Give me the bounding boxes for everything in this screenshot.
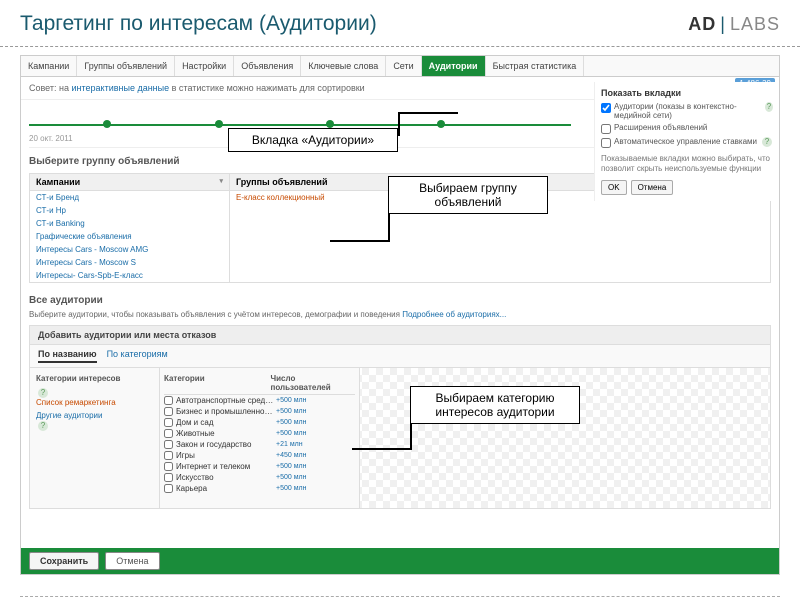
timeline-date: 20 окт. 2011 (29, 134, 73, 143)
callout-select-category: Выбираем категорию интересов аудитории (410, 386, 580, 424)
help-icon[interactable]: ? (38, 388, 48, 398)
footer-divider (20, 596, 780, 597)
timeline-point[interactable] (437, 120, 445, 128)
aud-tab-byname[interactable]: По названию (38, 349, 97, 363)
campaign-item[interactable]: СТ-и Banking (30, 217, 229, 230)
timeline-point[interactable] (326, 120, 334, 128)
category-row[interactable]: Бизнес и промышленность+500 млн (164, 406, 355, 417)
timeline-point[interactable] (103, 120, 111, 128)
show-tabs-panel: Показать вкладки Аудитории (показы в кон… (594, 82, 779, 201)
interest-categories-title: Категории интересов (36, 374, 153, 383)
tip-link[interactable]: интерактивные данные (72, 83, 170, 93)
aud-sub-text: Выберите аудитории, чтобы показывать объ… (29, 310, 400, 319)
chk-autobid-label: Автоматическое управление ставками (614, 137, 757, 146)
campaign-item[interactable]: Графические объявления (30, 230, 229, 243)
campaign-item[interactable]: Интересы Cars - Moscow S (30, 256, 229, 269)
all-audiences-sub: Выберите аудитории, чтобы показывать объ… (29, 310, 771, 319)
campaign-item[interactable]: СТ-и Бренд (30, 191, 229, 204)
cat-checkbox[interactable] (164, 473, 173, 482)
logo: AD | LABS (688, 14, 780, 35)
tab-quick-stats[interactable]: Быстрая статистика (486, 56, 585, 76)
callout-pointer (398, 112, 458, 114)
campaigns-header: Кампании▾ (30, 174, 229, 191)
category-row[interactable]: Игры+450 млн (164, 450, 355, 461)
tab-ad-groups[interactable]: Группы объявлений (77, 56, 175, 76)
callout-tab-audiences: Вкладка «Аудитории» (228, 128, 398, 152)
category-row[interactable]: Животные+500 млн (164, 428, 355, 439)
save-button[interactable]: Сохранить (29, 552, 99, 570)
campaign-item[interactable]: СТ-и Нр (30, 204, 229, 217)
chk-extensions-input[interactable] (601, 124, 611, 134)
bottom-action-bar: Сохранить Отмена (21, 548, 779, 574)
help-icon[interactable]: ? (762, 137, 772, 147)
cat-checkbox[interactable] (164, 418, 173, 427)
category-row[interactable]: Интернет и телеком+500 млн (164, 461, 355, 472)
chk-audiences-label: Аудитории (показы в контекстно-медийной … (614, 102, 760, 120)
chk-autobid-input[interactable] (601, 138, 611, 148)
add-audiences-header: Добавить аудитории или места отказов (30, 326, 770, 345)
tip-text-post: в статистике можно нажимать для сортиров… (172, 83, 365, 93)
cat-checkbox[interactable] (164, 407, 173, 416)
logo-divider: | (720, 14, 726, 35)
callout-pointer (388, 210, 390, 240)
category-list-header: КатегорииЧисло пользователей (164, 372, 355, 395)
campaign-item[interactable]: Интересы Cars - Moscow AMG (30, 243, 229, 256)
chk-audiences[interactable]: Аудитории (показы в контекстно-медийной … (601, 102, 773, 120)
cat-checkbox[interactable] (164, 396, 173, 405)
tab-campaigns[interactable]: Кампании (21, 56, 77, 76)
tab-keywords[interactable]: Ключевые слова (301, 56, 386, 76)
chevron-down-icon[interactable]: ▾ (219, 177, 223, 187)
logo-labs: LABS (730, 14, 780, 35)
category-sidebar: Категории интересов ? Список ремаркетинг… (30, 368, 160, 508)
ok-button[interactable]: OK (601, 180, 627, 195)
chk-extensions-label: Расширения объявлений (614, 123, 707, 132)
app-tabs: Кампании Группы объявлений Настройки Объ… (21, 56, 779, 77)
panel-note: Показываемые вкладки можно выбирать, что… (601, 154, 773, 175)
panel-title: Показать вкладки (601, 88, 773, 98)
cat-checkbox[interactable] (164, 451, 173, 460)
category-row[interactable]: Карьера+500 млн (164, 483, 355, 494)
category-list: КатегорииЧисло пользователей Автотранспо… (160, 368, 360, 508)
chk-extensions[interactable]: Расширения объявлений (601, 123, 773, 134)
cat-checkbox[interactable] (164, 462, 173, 471)
category-row[interactable]: Искусство+500 млн (164, 472, 355, 483)
add-audiences-block: Добавить аудитории или места отказов По … (29, 325, 771, 509)
callout-pointer (330, 240, 390, 242)
other-audiences-link[interactable]: Другие аудитории (36, 411, 153, 420)
callout-pointer (398, 112, 400, 136)
help-icon[interactable]: ? (38, 421, 48, 431)
category-row[interactable]: Закон и государство+21 млн (164, 439, 355, 450)
tab-networks[interactable]: Сети (386, 56, 421, 76)
chk-autobid[interactable]: Автоматическое управление ставками? (601, 137, 773, 148)
logo-ad: AD (688, 14, 716, 35)
tab-settings[interactable]: Настройки (175, 56, 234, 76)
tip-text-pre: Совет: на (29, 83, 72, 93)
cancel-button[interactable]: Отмена (105, 552, 159, 570)
tab-ads[interactable]: Объявления (234, 56, 301, 76)
cat-checkbox[interactable] (164, 429, 173, 438)
callout-select-group: Выбираем группу объявлений (388, 176, 548, 214)
timeline-point[interactable] (215, 120, 223, 128)
category-row[interactable]: Автотранспортные средства+500 млн (164, 395, 355, 406)
chk-audiences-input[interactable] (601, 103, 611, 113)
cat-checkbox[interactable] (164, 484, 173, 493)
screenshot-frame: Кампании Группы объявлений Настройки Объ… (20, 55, 780, 575)
help-icon[interactable]: ? (765, 102, 773, 112)
all-audiences-title: Все аудитории (29, 295, 771, 306)
category-row[interactable]: Дом и сад+500 млн (164, 417, 355, 428)
aud-tab-bycategory[interactable]: По категориям (107, 349, 168, 363)
campaign-item[interactable]: Интересы- Cars-Spb-E-класс (30, 269, 229, 282)
cat-checkbox[interactable] (164, 440, 173, 449)
slide-title: Таргетинг по интересам (Аудитории) (20, 12, 377, 36)
callout-pointer (352, 448, 412, 450)
tab-audiences[interactable]: Аудитории (422, 56, 486, 76)
remarketing-list-link[interactable]: Список ремаркетинга (36, 398, 153, 407)
aud-learn-more-link[interactable]: Подробнее об аудиториях... (402, 310, 506, 319)
cancel-mini-button[interactable]: Отмена (631, 180, 674, 195)
